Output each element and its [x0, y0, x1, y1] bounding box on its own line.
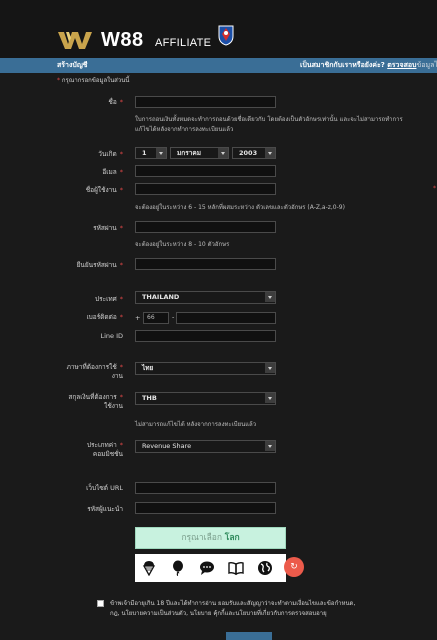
chevron-down-icon	[265, 441, 275, 451]
chevron-down-icon	[218, 148, 228, 158]
line-id-label: Line ID	[100, 332, 123, 340]
password-label: รหัสผ่าน *	[93, 224, 123, 232]
referral-label: รหัสผู้แนะนำ	[87, 505, 123, 513]
language-label: ภาษาที่ต้องการใช้ * งาน	[66, 363, 123, 380]
agreement-line-2: กฎ, นโยบายความเป็นส่วนตัว, นโยบาย คุ้กกี…	[110, 610, 327, 617]
language-select[interactable]: ไทย	[135, 362, 276, 375]
referral-input[interactable]	[135, 502, 276, 514]
dob-year-value: 2003	[239, 149, 258, 157]
globe-icon[interactable]	[257, 560, 273, 576]
confirm-password-input[interactable]	[135, 258, 276, 270]
currency-value: THB	[142, 394, 157, 402]
email-input[interactable]	[135, 165, 276, 177]
name-note-line-1: ใบการถอนเงินทั้งหมดจะทำการถอนด้วยชื่อเดี…	[135, 116, 403, 123]
phone-label-text: เบอร์ติดต่อ	[86, 313, 117, 321]
country-label: ประเทศ *	[95, 295, 123, 303]
country-label-text: ประเทศ	[95, 295, 117, 303]
brand-name: W88	[101, 29, 144, 51]
refresh-icon[interactable]: ↻	[284, 557, 304, 577]
captcha-target: โลก	[224, 533, 240, 543]
dob-label-text: วันเกิด	[98, 150, 117, 158]
phone-dash: -	[172, 313, 175, 321]
currency-label-line-2: ใช้งาน	[104, 402, 123, 410]
phone-label: เบอร์ติดต่อ *	[86, 313, 123, 321]
submit-button[interactable]	[226, 632, 272, 640]
email-label: อีเมล *	[102, 168, 123, 176]
dob-year-select[interactable]: 2003	[232, 147, 276, 159]
captcha-icon-panel: ↻	[135, 554, 304, 582]
balloon-icon[interactable]	[170, 560, 186, 576]
book-icon[interactable]	[228, 560, 244, 576]
name-note-line-2: แก้ไขได้หลังจากทำการลงทะเบียนแล้ว	[135, 126, 234, 133]
commission-label-line-2: คอมมิชชั่น	[92, 450, 123, 458]
dob-day-select[interactable]: 1	[135, 147, 167, 159]
required-note-text: กรุณากรอกข้อมูลในส่วนนี้	[61, 77, 130, 84]
country-select[interactable]: THAILAND	[135, 291, 276, 304]
country-value: THAILAND	[142, 293, 180, 301]
dob-month-select[interactable]: มกราคม	[170, 147, 229, 159]
username-note: จะต้องอยู่ในระหว่าง 6 - 15 หลักที่ผสมระห…	[135, 204, 345, 211]
side-marker: *	[433, 185, 436, 192]
confirm-password-label-text: ยืนยันรหัสผ่าน	[76, 261, 117, 269]
brand-subtitle: AFFILIATE	[155, 37, 212, 49]
captcha-prompt: กรุณาเลือก โลก	[135, 527, 286, 549]
dob-label: วันเกิด *	[98, 150, 123, 158]
dob-month-value: มกราคม	[177, 149, 201, 157]
username-label-text: ชื่อผู้ใช้งาน	[85, 186, 117, 194]
confirm-password-label: ยืนยันรหัสผ่าน *	[76, 261, 123, 269]
language-value: ไทย	[142, 364, 154, 372]
website-label: เว็บไซต์ URL	[86, 484, 123, 492]
currency-note: ไม่สามารถแก้ไขได้ หลังจากการลงทะเบียนแล้…	[135, 421, 257, 428]
agree-checkbox[interactable]	[97, 600, 104, 607]
password-label-text: รหัสผ่าน	[93, 224, 117, 232]
page-title: สร้างบัญชี	[57, 61, 88, 69]
commission-label-line-1: ประเภทค่า	[86, 441, 117, 449]
line-id-input[interactable]	[135, 330, 276, 342]
title-bar: สร้างบัญชี เป็นสมาชิกกับเราหรือยังค่ะ? ต…	[0, 58, 437, 73]
chevron-down-icon	[265, 148, 275, 158]
agreement-line-1: ข้าพเจ้ามีอายุเกิน 18 ปีและได้ทำการอ่าน …	[110, 600, 356, 607]
currency-select[interactable]: THB	[135, 392, 276, 405]
name-label: ชื่อ *	[108, 98, 123, 106]
commission-label: ประเภทค่า * คอมมิชชั่น	[86, 441, 123, 458]
member-question: เป็นสมาชิกกับเราหรือยังค่ะ? ตรวจสอบข้อมู…	[300, 60, 437, 71]
email-label-text: อีเมล	[102, 168, 117, 176]
check-link[interactable]: ตรวจสอบ	[387, 61, 416, 69]
agreement-text: ข้าพเจ้ามีอายุเกิน 18 ปีและได้ทำการอ่าน …	[110, 599, 428, 619]
commission-value: Revenue Share	[142, 442, 192, 450]
chevron-down-icon	[265, 292, 275, 302]
name-note: ใบการถอนเงินทั้งหมดจะทำการถอนด้วยชื่อเดี…	[135, 115, 403, 135]
phone-input[interactable]	[176, 312, 276, 324]
website-input[interactable]	[135, 482, 276, 494]
language-label-line-2: งาน	[111, 372, 123, 380]
ice-cream-icon[interactable]	[141, 560, 157, 576]
phone-country-code: 66	[143, 312, 169, 324]
password-input[interactable]	[135, 221, 276, 233]
name-label-text: ชื่อ	[108, 98, 117, 106]
username-label: ชื่อผู้ใช้งาน *	[85, 186, 123, 194]
currency-label: สกุลเงินที่ต้องการ * ใช้งาน	[68, 393, 123, 410]
captcha-prompt-text: กรุณาเลือก	[181, 533, 223, 543]
password-note: จะต้องอยู่ในระหว่าง 8 - 10 ตัวอักษร	[135, 241, 230, 248]
phone-plus: +	[135, 314, 141, 322]
language-label-line-1: ภาษาที่ต้องการใช้	[66, 363, 117, 371]
currency-label-line-1: สกุลเงินที่ต้องการ	[68, 393, 117, 401]
chevron-down-icon	[265, 393, 275, 403]
required-note: * กรุณากรอกข้อมูลในส่วนนี้	[57, 77, 130, 84]
chevron-down-icon	[265, 363, 275, 373]
login-link[interactable]: ข้อมูลไว้ที่	[417, 61, 437, 69]
w88-logo-icon[interactable]	[58, 30, 92, 50]
dob-day-value: 1	[142, 149, 147, 157]
name-input[interactable]	[135, 96, 276, 108]
username-input[interactable]	[135, 183, 276, 195]
site-header: W88 AFFILIATE	[0, 0, 437, 58]
speech-bubble-icon[interactable]	[199, 560, 215, 576]
commission-select[interactable]: Revenue Share	[135, 440, 276, 453]
club-crest-icon	[218, 25, 234, 46]
member-question-text: เป็นสมาชิกกับเราหรือยังค่ะ?	[300, 61, 385, 69]
chevron-down-icon	[156, 148, 166, 158]
